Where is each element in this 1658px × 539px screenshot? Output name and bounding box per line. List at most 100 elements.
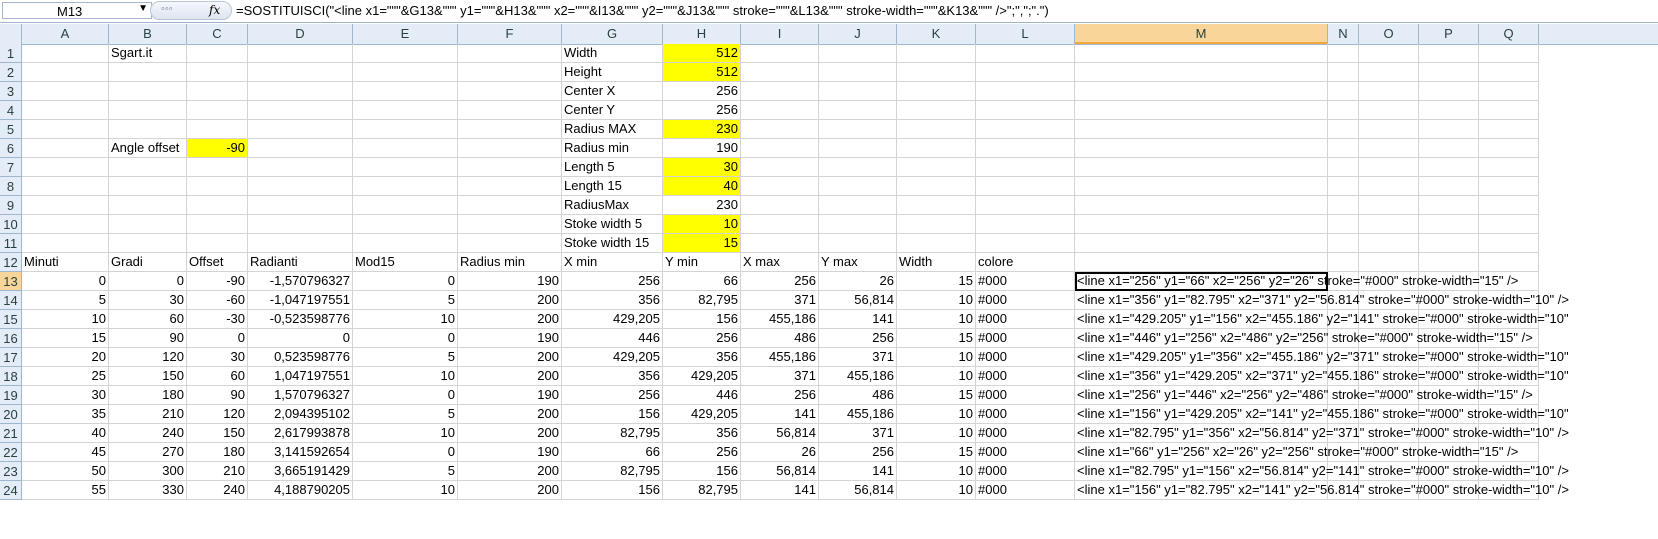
cell-m1[interactable] — [1075, 44, 1328, 63]
cell-d7[interactable] — [248, 158, 353, 177]
site-label[interactable]: Sgart.it — [109, 44, 187, 63]
table-cell[interactable]: #000 — [976, 367, 1075, 386]
table-header[interactable]: Width — [897, 253, 976, 272]
cell-l6[interactable] — [976, 139, 1075, 158]
table-header[interactable]: Gradi — [109, 253, 187, 272]
cell-c7[interactable] — [187, 158, 248, 177]
table-cell[interactable]: 15 — [897, 386, 976, 405]
column-header-d[interactable]: D — [248, 24, 353, 44]
cell-b2[interactable] — [109, 63, 187, 82]
cell-a9[interactable] — [22, 196, 109, 215]
table-cell[interactable]: 5 — [353, 405, 458, 424]
param-label[interactable]: Center X — [562, 82, 663, 101]
table-cell[interactable]: 10 — [897, 424, 976, 443]
cell-b4[interactable] — [109, 101, 187, 120]
table-cell[interactable]: 356 — [562, 291, 663, 310]
table-cell[interactable]: 10 — [353, 310, 458, 329]
cell-a2[interactable] — [22, 63, 109, 82]
table-cell[interactable]: 200 — [458, 348, 562, 367]
table-cell[interactable]: 141 — [819, 462, 897, 481]
cell-m7[interactable] — [1075, 158, 1328, 177]
column-header-i[interactable]: I — [741, 24, 819, 44]
cell-o11[interactable] — [1359, 234, 1419, 253]
svg-line-cell[interactable]: <line x1="66" y1="256" x2="26" y2="256" … — [1075, 443, 1518, 462]
table-cell[interactable]: 0 — [109, 272, 187, 291]
table-cell[interactable]: 15 — [897, 329, 976, 348]
param-label[interactable]: Width — [562, 44, 663, 63]
param-value[interactable]: 512 — [663, 63, 741, 82]
table-cell[interactable]: 429,205 — [562, 348, 663, 367]
column-header-a[interactable]: A — [22, 24, 109, 44]
param-label[interactable]: Center Y — [562, 101, 663, 120]
param-label[interactable]: Length 15 — [562, 177, 663, 196]
cell-e6[interactable] — [353, 139, 458, 158]
cell-f5[interactable] — [458, 120, 562, 139]
column-header-c[interactable]: C — [187, 24, 248, 44]
cell-o2[interactable] — [1359, 63, 1419, 82]
cell-c2[interactable] — [187, 63, 248, 82]
table-cell[interactable]: 455,186 — [819, 405, 897, 424]
cell-j4[interactable] — [819, 101, 897, 120]
cell-o6[interactable] — [1359, 139, 1419, 158]
cell-q12[interactable] — [1479, 253, 1539, 272]
cell-c4[interactable] — [187, 101, 248, 120]
insert-function-icon[interactable]: fx — [209, 3, 220, 17]
table-cell[interactable]: -90 — [187, 272, 248, 291]
cell-f1[interactable] — [458, 44, 562, 63]
table-cell[interactable]: #000 — [976, 462, 1075, 481]
cell-k10[interactable] — [897, 215, 976, 234]
cell-n10[interactable] — [1328, 215, 1359, 234]
column-header-h[interactable]: H — [663, 24, 741, 44]
cell-a5[interactable] — [22, 120, 109, 139]
table-cell[interactable]: 30 — [22, 386, 109, 405]
table-cell[interactable]: 1,570796327 — [248, 386, 353, 405]
column-header-g[interactable]: G — [562, 24, 663, 44]
cell-d6[interactable] — [248, 139, 353, 158]
cell-b9[interactable] — [109, 196, 187, 215]
param-value[interactable]: 190 — [663, 139, 741, 158]
cell-c9[interactable] — [187, 196, 248, 215]
cell-d8[interactable] — [248, 177, 353, 196]
table-cell[interactable]: 371 — [819, 424, 897, 443]
cell-q3[interactable] — [1479, 82, 1539, 101]
table-cell[interactable]: 180 — [187, 443, 248, 462]
cell-o3[interactable] — [1359, 82, 1419, 101]
table-cell[interactable]: 15 — [897, 443, 976, 462]
cell-o8[interactable] — [1359, 177, 1419, 196]
cell-o1[interactable] — [1359, 44, 1419, 63]
table-cell[interactable]: 141 — [741, 405, 819, 424]
cell-c8[interactable] — [187, 177, 248, 196]
cell-e8[interactable] — [353, 177, 458, 196]
table-cell[interactable]: 0 — [353, 329, 458, 348]
cell-c5[interactable] — [187, 120, 248, 139]
table-cell[interactable]: 156 — [562, 405, 663, 424]
row-header-13[interactable]: 13 — [0, 272, 22, 291]
table-cell[interactable]: 150 — [109, 367, 187, 386]
table-cell[interactable]: 356 — [562, 367, 663, 386]
row-header-24[interactable]: 24 — [0, 481, 22, 500]
table-cell[interactable]: 82,795 — [562, 462, 663, 481]
cell-k7[interactable] — [897, 158, 976, 177]
cell-n2[interactable] — [1328, 63, 1359, 82]
table-cell[interactable]: 200 — [458, 481, 562, 500]
row-header-23[interactable]: 23 — [0, 462, 22, 481]
cell-k11[interactable] — [897, 234, 976, 253]
table-cell[interactable]: 256 — [819, 443, 897, 462]
cell-b8[interactable] — [109, 177, 187, 196]
table-header[interactable]: Y min — [663, 253, 741, 272]
cell-f3[interactable] — [458, 82, 562, 101]
cell-c11[interactable] — [187, 234, 248, 253]
table-cell[interactable]: 82,795 — [663, 481, 741, 500]
table-cell[interactable]: 5 — [22, 291, 109, 310]
cell-i8[interactable] — [741, 177, 819, 196]
cell-d11[interactable] — [248, 234, 353, 253]
row-header-22[interactable]: 22 — [0, 443, 22, 462]
cell-j10[interactable] — [819, 215, 897, 234]
table-cell[interactable]: 120 — [187, 405, 248, 424]
cell-d2[interactable] — [248, 63, 353, 82]
param-value[interactable]: 230 — [663, 120, 741, 139]
svg-line-cell[interactable]: <line x1="429.205" y1="356" x2="455.186"… — [1075, 348, 1569, 367]
table-cell[interactable]: -1,570796327 — [248, 272, 353, 291]
cell-l11[interactable] — [976, 234, 1075, 253]
table-cell[interactable]: 429,205 — [663, 367, 741, 386]
